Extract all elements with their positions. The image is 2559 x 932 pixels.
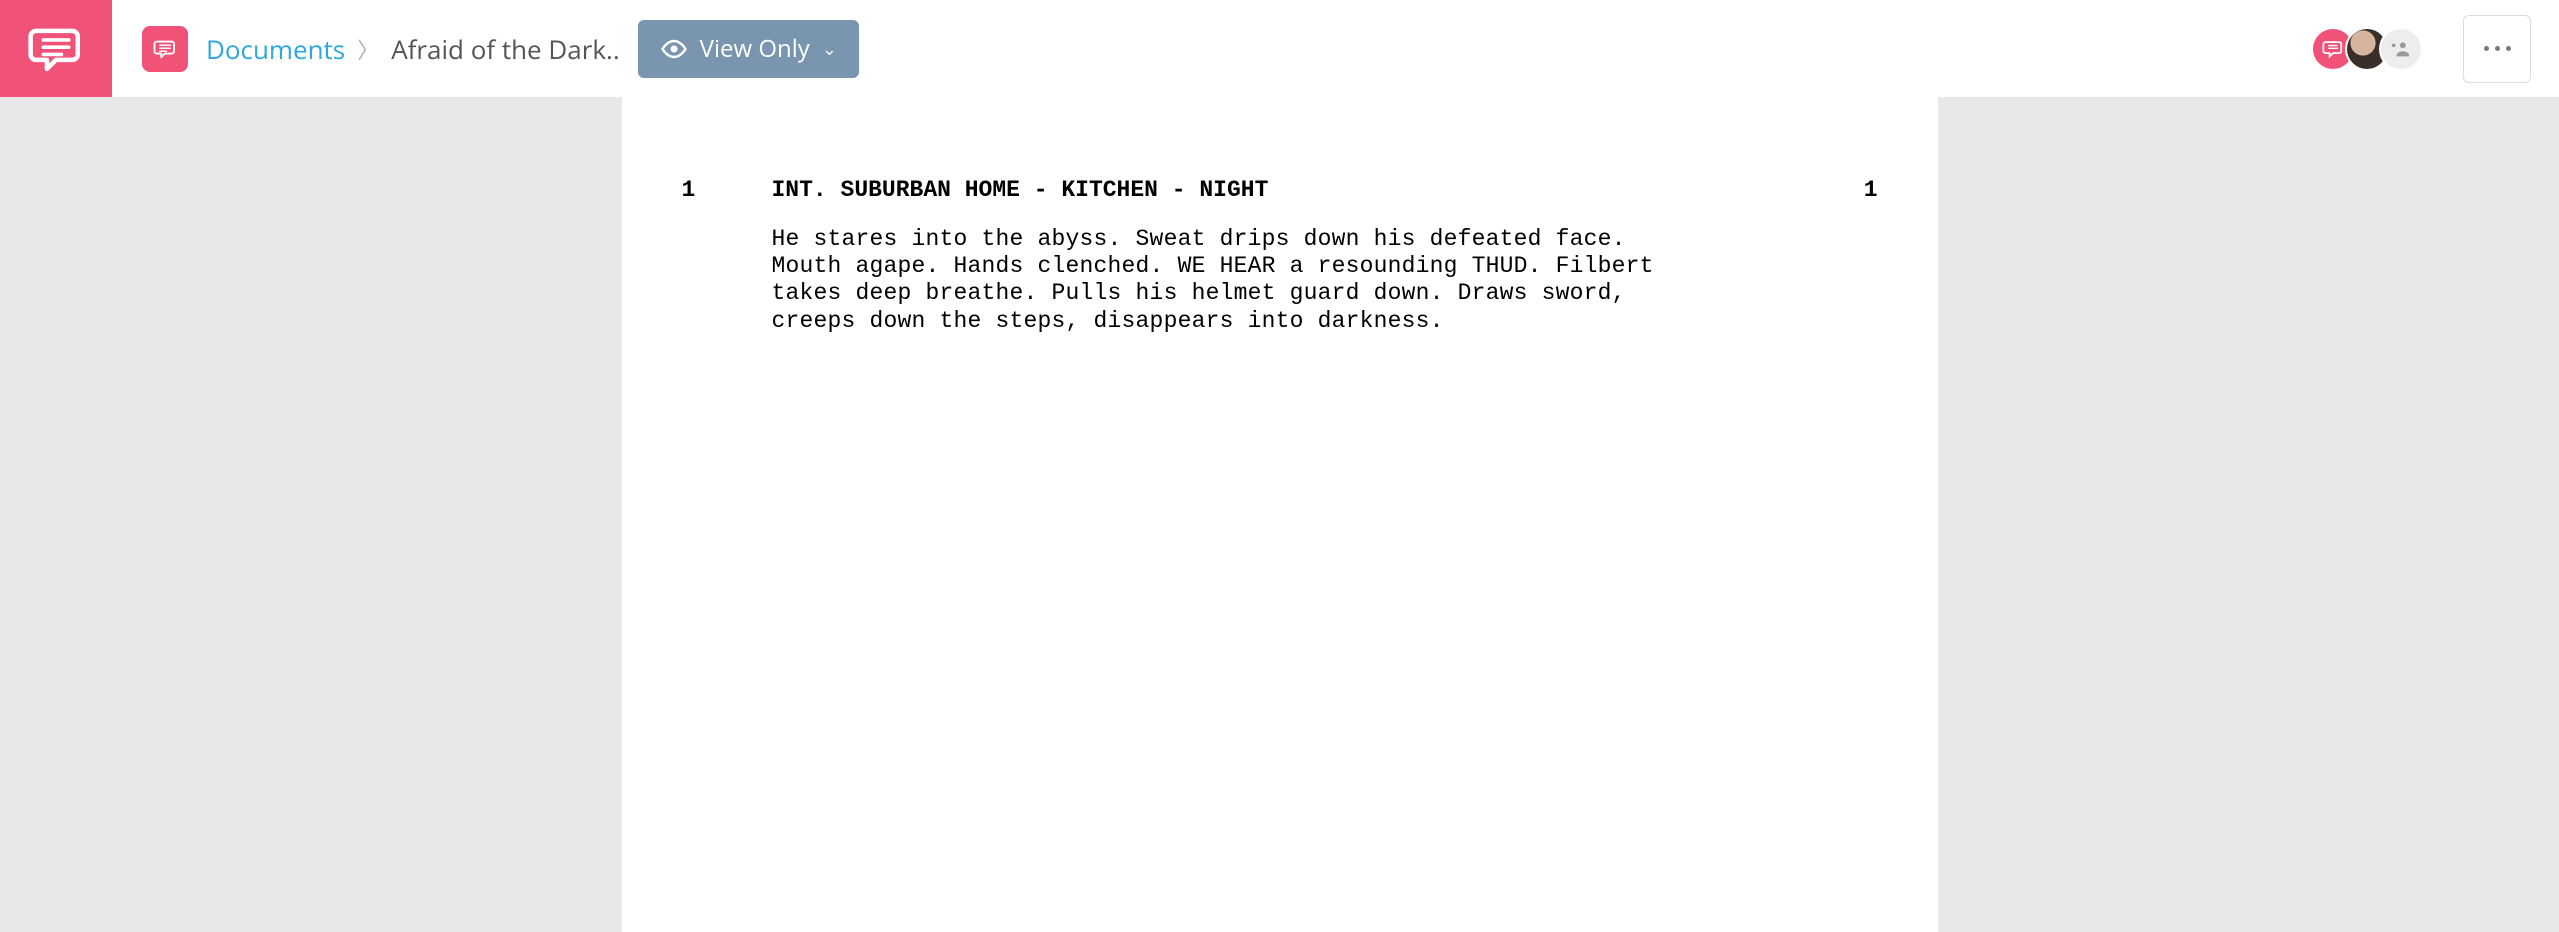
chat-icon (153, 37, 177, 61)
scene-heading: INT. SUBURBAN HOME - KITCHEN - NIGHT (772, 177, 1788, 204)
chat-logo-icon (27, 20, 85, 78)
document-title: Afraid of the Dark.. (391, 31, 619, 67)
header-right (2311, 15, 2531, 83)
breadcrumb: Documents 〉 Afraid of the Dark.. (206, 31, 620, 67)
scene-number-left: 1 (682, 177, 772, 204)
header-content: Documents 〉 Afraid of the Dark.. View On… (112, 0, 2559, 97)
add-person-icon (2390, 40, 2412, 58)
chevron-right-icon: 〉 (357, 33, 379, 65)
scene-number-right: 1 (1788, 177, 1878, 204)
collaborator-avatars (2311, 27, 2423, 71)
chevron-down-icon: ⌄ (822, 37, 837, 61)
add-collaborator-button[interactable] (2379, 27, 2423, 71)
dot-icon (2495, 46, 2500, 51)
document-stage[interactable]: 1 INT. SUBURBAN HOME - KITCHEN - NIGHT 1… (0, 97, 2559, 932)
eye-icon (660, 39, 688, 59)
action-paragraph: He stares into the abyss. Sweat drips do… (622, 204, 1938, 335)
document-type-icon[interactable] (142, 26, 188, 72)
view-mode-dropdown[interactable]: View Only ⌄ (638, 20, 859, 78)
breadcrumb-root-link[interactable]: Documents (206, 31, 345, 67)
script-page: 1 INT. SUBURBAN HOME - KITCHEN - NIGHT 1… (622, 97, 1938, 932)
app-header: Documents 〉 Afraid of the Dark.. View On… (0, 0, 2559, 97)
view-mode-label: View Only (700, 32, 810, 65)
app-logo[interactable] (0, 0, 112, 97)
more-options-button[interactable] (2463, 15, 2531, 83)
scene-heading-row: 1 INT. SUBURBAN HOME - KITCHEN - NIGHT 1 (622, 177, 1938, 204)
dot-icon (2484, 46, 2489, 51)
chat-icon (2322, 38, 2344, 60)
dot-icon (2506, 46, 2511, 51)
